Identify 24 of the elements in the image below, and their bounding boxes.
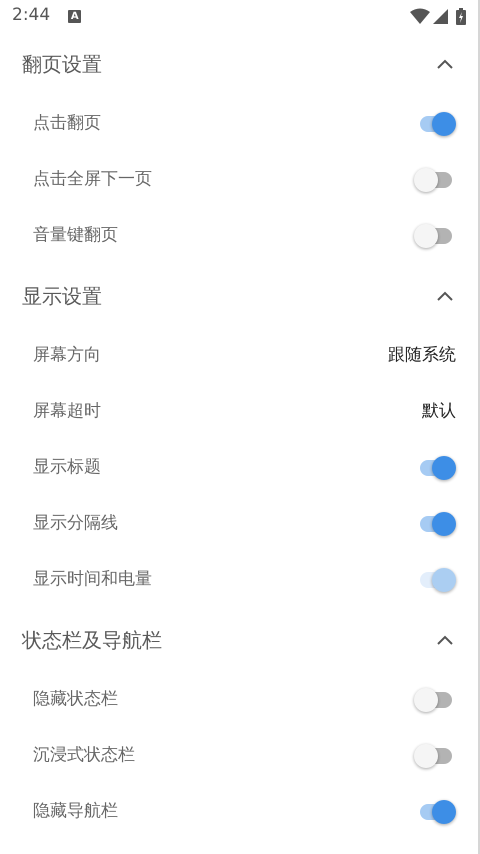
chevron-icon [436, 58, 454, 70]
setting-label: 点击全屏下一页 [33, 168, 152, 192]
section-header[interactable]: 状态栏及导航栏 [0, 608, 478, 672]
setting-label: 音量键翻页 [33, 224, 118, 248]
setting-label: 隐藏状态栏 [33, 688, 118, 712]
setting-value[interactable]: 跟随系统 [388, 343, 458, 369]
setting-label: 显示时间和电量 [33, 568, 152, 592]
setting-label: 显示标题 [33, 456, 101, 480]
notification-icon: A [68, 10, 82, 22]
clock: 2:44 [12, 4, 50, 28]
setting-label: 隐藏导航栏 [33, 800, 118, 824]
chevron-icon [436, 290, 454, 302]
setting-label: 沉浸式状态栏 [33, 744, 135, 768]
battery-charging-icon [456, 8, 466, 24]
setting-label: 屏幕超时 [33, 400, 101, 424]
setting-label: 显示分隔线 [33, 512, 118, 536]
section-header[interactable]: 翻页设置 [0, 32, 478, 96]
chevron-icon [436, 634, 454, 646]
setting-label: 点击翻页 [33, 112, 101, 136]
section-header[interactable]: 显示设置 [0, 264, 478, 328]
wifi-icon [410, 8, 430, 24]
setting-label: 屏幕方向 [33, 344, 101, 368]
signal-icon [433, 8, 448, 24]
setting-value[interactable]: 默认 [422, 399, 458, 425]
